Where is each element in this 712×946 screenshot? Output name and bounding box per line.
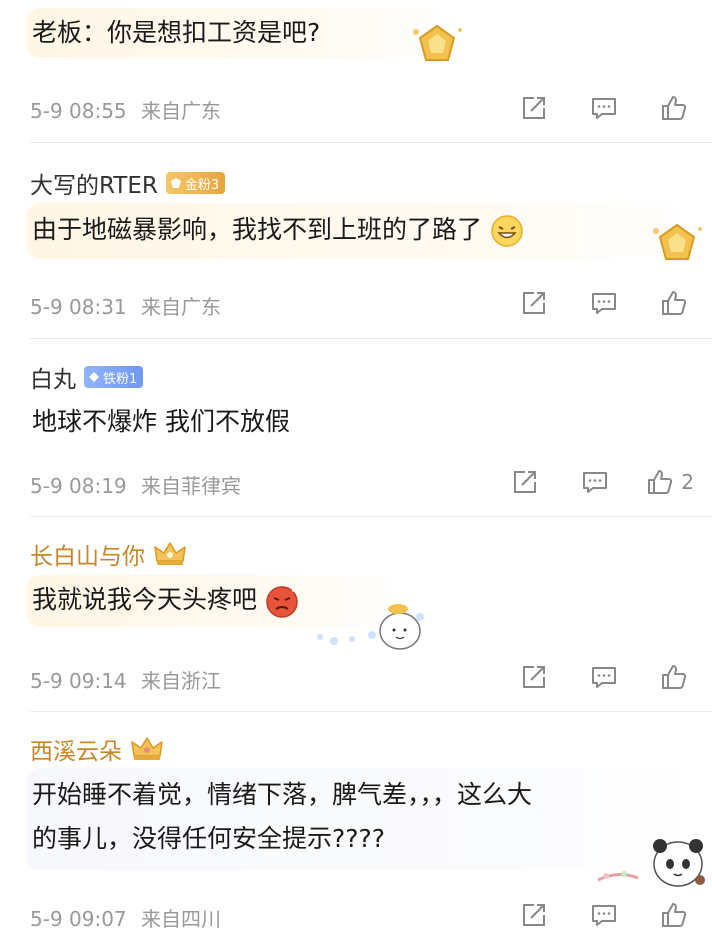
fan-badge[interactable]: 金粉3 — [165, 172, 226, 194]
comment-button[interactable] — [584, 88, 624, 128]
fan-badge-label: 金粉3 — [184, 177, 220, 193]
comment-location: 来自广东 — [141, 295, 222, 319]
like-icon — [648, 470, 673, 494]
panda-decoration-icon — [597, 839, 705, 887]
comment-time: 5-9 08:31 — [30, 295, 127, 319]
like-button[interactable]: 2 — [645, 462, 694, 502]
comment-button[interactable] — [584, 657, 624, 697]
comment-text: 我就说我今天头疼吧 — [32, 581, 299, 619]
comment-button[interactable] — [584, 283, 624, 323]
comment-item: 白丸 铁粉1 地球不爆炸 我们不放假 5-9 08:19 来自菲律宾 2 — [0, 339, 712, 516]
like-button[interactable] — [654, 657, 694, 697]
comment-icon — [592, 905, 616, 926]
comment-time: 5-9 09:14 — [30, 669, 127, 693]
share-button[interactable] — [514, 895, 554, 935]
share-button[interactable] — [514, 283, 554, 323]
comment-actions — [484, 88, 694, 128]
share-icon — [523, 666, 545, 688]
comment-meta: 5-9 09:14 来自浙江 — [30, 665, 221, 694]
comment-header: 大写的RTER 金粉3 — [30, 166, 226, 200]
comment-time: 5-9 09:07 — [30, 907, 127, 931]
comment-text-line2: 的事儿，没得任何安全提示???? — [32, 824, 386, 853]
share-icon — [523, 97, 545, 119]
fan-badge-label: 铁粉1 — [103, 371, 138, 387]
comment-actions — [484, 283, 694, 323]
share-icon — [523, 904, 545, 926]
angry-emoji-icon — [266, 586, 298, 618]
comment-button[interactable] — [575, 462, 615, 502]
username[interactable]: 白丸 — [30, 360, 76, 394]
like-icon — [662, 96, 687, 120]
share-button[interactable] — [505, 462, 545, 502]
crown-icon — [154, 542, 186, 565]
comment-header: 长白山与你 — [30, 537, 187, 571]
username[interactable]: 西溪云朵 — [30, 732, 122, 766]
comment-text-line1: 开始睡不着觉，情绪下落，脾气差，，，这么大 — [32, 780, 533, 809]
share-button[interactable] — [514, 88, 554, 128]
comment-meta: 5-9 08:19 来自菲律宾 — [30, 470, 241, 499]
comment-location: 来自菲律宾 — [141, 474, 242, 498]
comment-item: 长白山与你 我就说我今天头疼吧 5-9 09:14 来自浙江 — [0, 517, 712, 711]
share-icon — [514, 471, 537, 493]
comment-item: 西溪云朵 开始睡不着觉，情绪下落，脾气差，，，这么大 的事儿，没得任何安全提示?… — [0, 712, 712, 946]
like-icon — [662, 903, 687, 927]
like-count: 2 — [681, 470, 694, 494]
comment-button[interactable] — [584, 895, 624, 935]
like-icon — [662, 291, 687, 315]
fan-badge[interactable]: 铁粉1 — [84, 366, 144, 388]
crown-icon — [131, 737, 163, 760]
comment-text-content: 我就说我今天头疼吧 — [32, 585, 258, 614]
comment-header: 西溪云朵 — [30, 732, 164, 766]
comment-icon — [583, 472, 608, 493]
comment-location: 来自四川 — [141, 907, 222, 931]
comment-item: 老板：你是想扣工资是吧? 5-9 08:55 来自广东 — [0, 0, 712, 142]
like-icon — [662, 665, 687, 689]
comment-meta: 5-9 08:55 来自广东 — [30, 95, 221, 124]
username[interactable]: 大写的RTER — [30, 166, 158, 200]
gem-icon — [170, 178, 181, 188]
comment-item: 大写的RTER 金粉3 由于地磁暴影响，我找不到上班的了路了 5-9 08:31… — [0, 143, 712, 338]
comment-text: 由于地磁暴影响，我找不到上班的了路了 — [32, 211, 524, 249]
bubble-gem-decoration-icon — [653, 223, 702, 260]
comment-location: 来自浙江 — [141, 669, 222, 693]
comment-icon — [592, 293, 616, 314]
comment-meta: 5-9 09:07 来自四川 — [30, 903, 221, 932]
comment-meta: 5-9 08:31 来自广东 — [30, 291, 221, 320]
share-button[interactable] — [514, 657, 554, 697]
comment-location: 来自广东 — [141, 99, 222, 123]
grin-emoji-icon — [491, 215, 523, 247]
cartoon-character-decoration-icon — [317, 604, 424, 650]
comment-icon — [592, 98, 616, 119]
comment-actions: 2 — [475, 462, 694, 502]
comment-header: 白丸 铁粉1 — [30, 360, 144, 394]
like-button[interactable] — [654, 283, 694, 323]
comment-text: 地球不爆炸 我们不放假 — [32, 407, 290, 436]
comment-text-content: 由于地磁暴影响，我找不到上班的了路了 — [32, 215, 483, 244]
gem-icon — [89, 372, 99, 382]
comment-icon — [592, 667, 616, 688]
comment-time: 5-9 08:55 — [30, 99, 127, 123]
comment-actions — [484, 895, 694, 935]
like-button[interactable] — [654, 88, 694, 128]
comment-actions — [484, 657, 694, 697]
share-icon — [523, 292, 545, 314]
bubble-gem-decoration-icon — [413, 24, 462, 61]
comment-time: 5-9 08:19 — [30, 474, 127, 498]
like-button[interactable] — [654, 895, 694, 935]
username[interactable]: 长白山与你 — [30, 537, 145, 571]
comment-text: 老板：你是想扣工资是吧? — [32, 18, 321, 47]
